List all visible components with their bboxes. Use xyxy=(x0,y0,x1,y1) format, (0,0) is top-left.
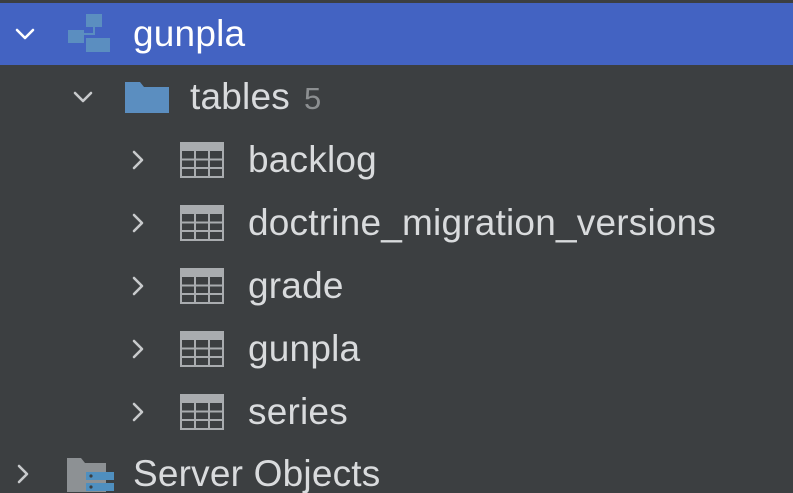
tree-node-tables-folder[interactable]: tables 5 xyxy=(0,66,793,128)
tree-node-server-objects[interactable]: Server Objects xyxy=(0,443,793,493)
table-count: 5 xyxy=(303,81,322,116)
server-objects-icon xyxy=(66,454,116,493)
table-icon xyxy=(180,268,224,304)
folder-icon xyxy=(124,79,170,115)
chevron-down-icon[interactable] xyxy=(10,19,40,49)
tree-node-table-series[interactable]: series xyxy=(0,381,793,443)
chevron-right-icon[interactable] xyxy=(123,397,153,427)
tree-node-table-doctrine-migration-versions[interactable]: doctrine_migration_versions xyxy=(0,192,793,254)
table-label: gunpla xyxy=(248,328,361,369)
tables-folder-label: tables 5 xyxy=(190,76,321,118)
table-icon xyxy=(180,142,224,178)
chevron-down-icon[interactable] xyxy=(68,82,98,112)
folder-name: tables xyxy=(190,76,290,117)
table-label: grade xyxy=(248,265,344,306)
table-icon xyxy=(180,205,224,241)
tree-node-schema-gunpla[interactable]: gunpla xyxy=(0,3,793,65)
chevron-right-icon[interactable] xyxy=(123,271,153,301)
chevron-right-icon[interactable] xyxy=(123,208,153,238)
chevron-right-icon[interactable] xyxy=(123,334,153,364)
table-label: series xyxy=(248,391,348,432)
tree-node-table-backlog[interactable]: backlog xyxy=(0,129,793,191)
schema-label: gunpla xyxy=(133,13,246,54)
database-tree: gunpla tables 5 backlog doctrine_migrati… xyxy=(0,0,793,493)
tree-node-table-gunpla[interactable]: gunpla xyxy=(0,318,793,380)
table-icon xyxy=(180,331,224,367)
table-label: backlog xyxy=(248,139,377,180)
chevron-right-icon[interactable] xyxy=(8,459,38,489)
table-icon xyxy=(180,394,224,430)
server-objects-label: Server Objects xyxy=(133,453,381,493)
tree-node-table-grade[interactable]: grade xyxy=(0,255,793,317)
chevron-right-icon[interactable] xyxy=(123,145,153,175)
table-label: doctrine_migration_versions xyxy=(248,202,717,243)
schema-icon xyxy=(66,14,112,54)
